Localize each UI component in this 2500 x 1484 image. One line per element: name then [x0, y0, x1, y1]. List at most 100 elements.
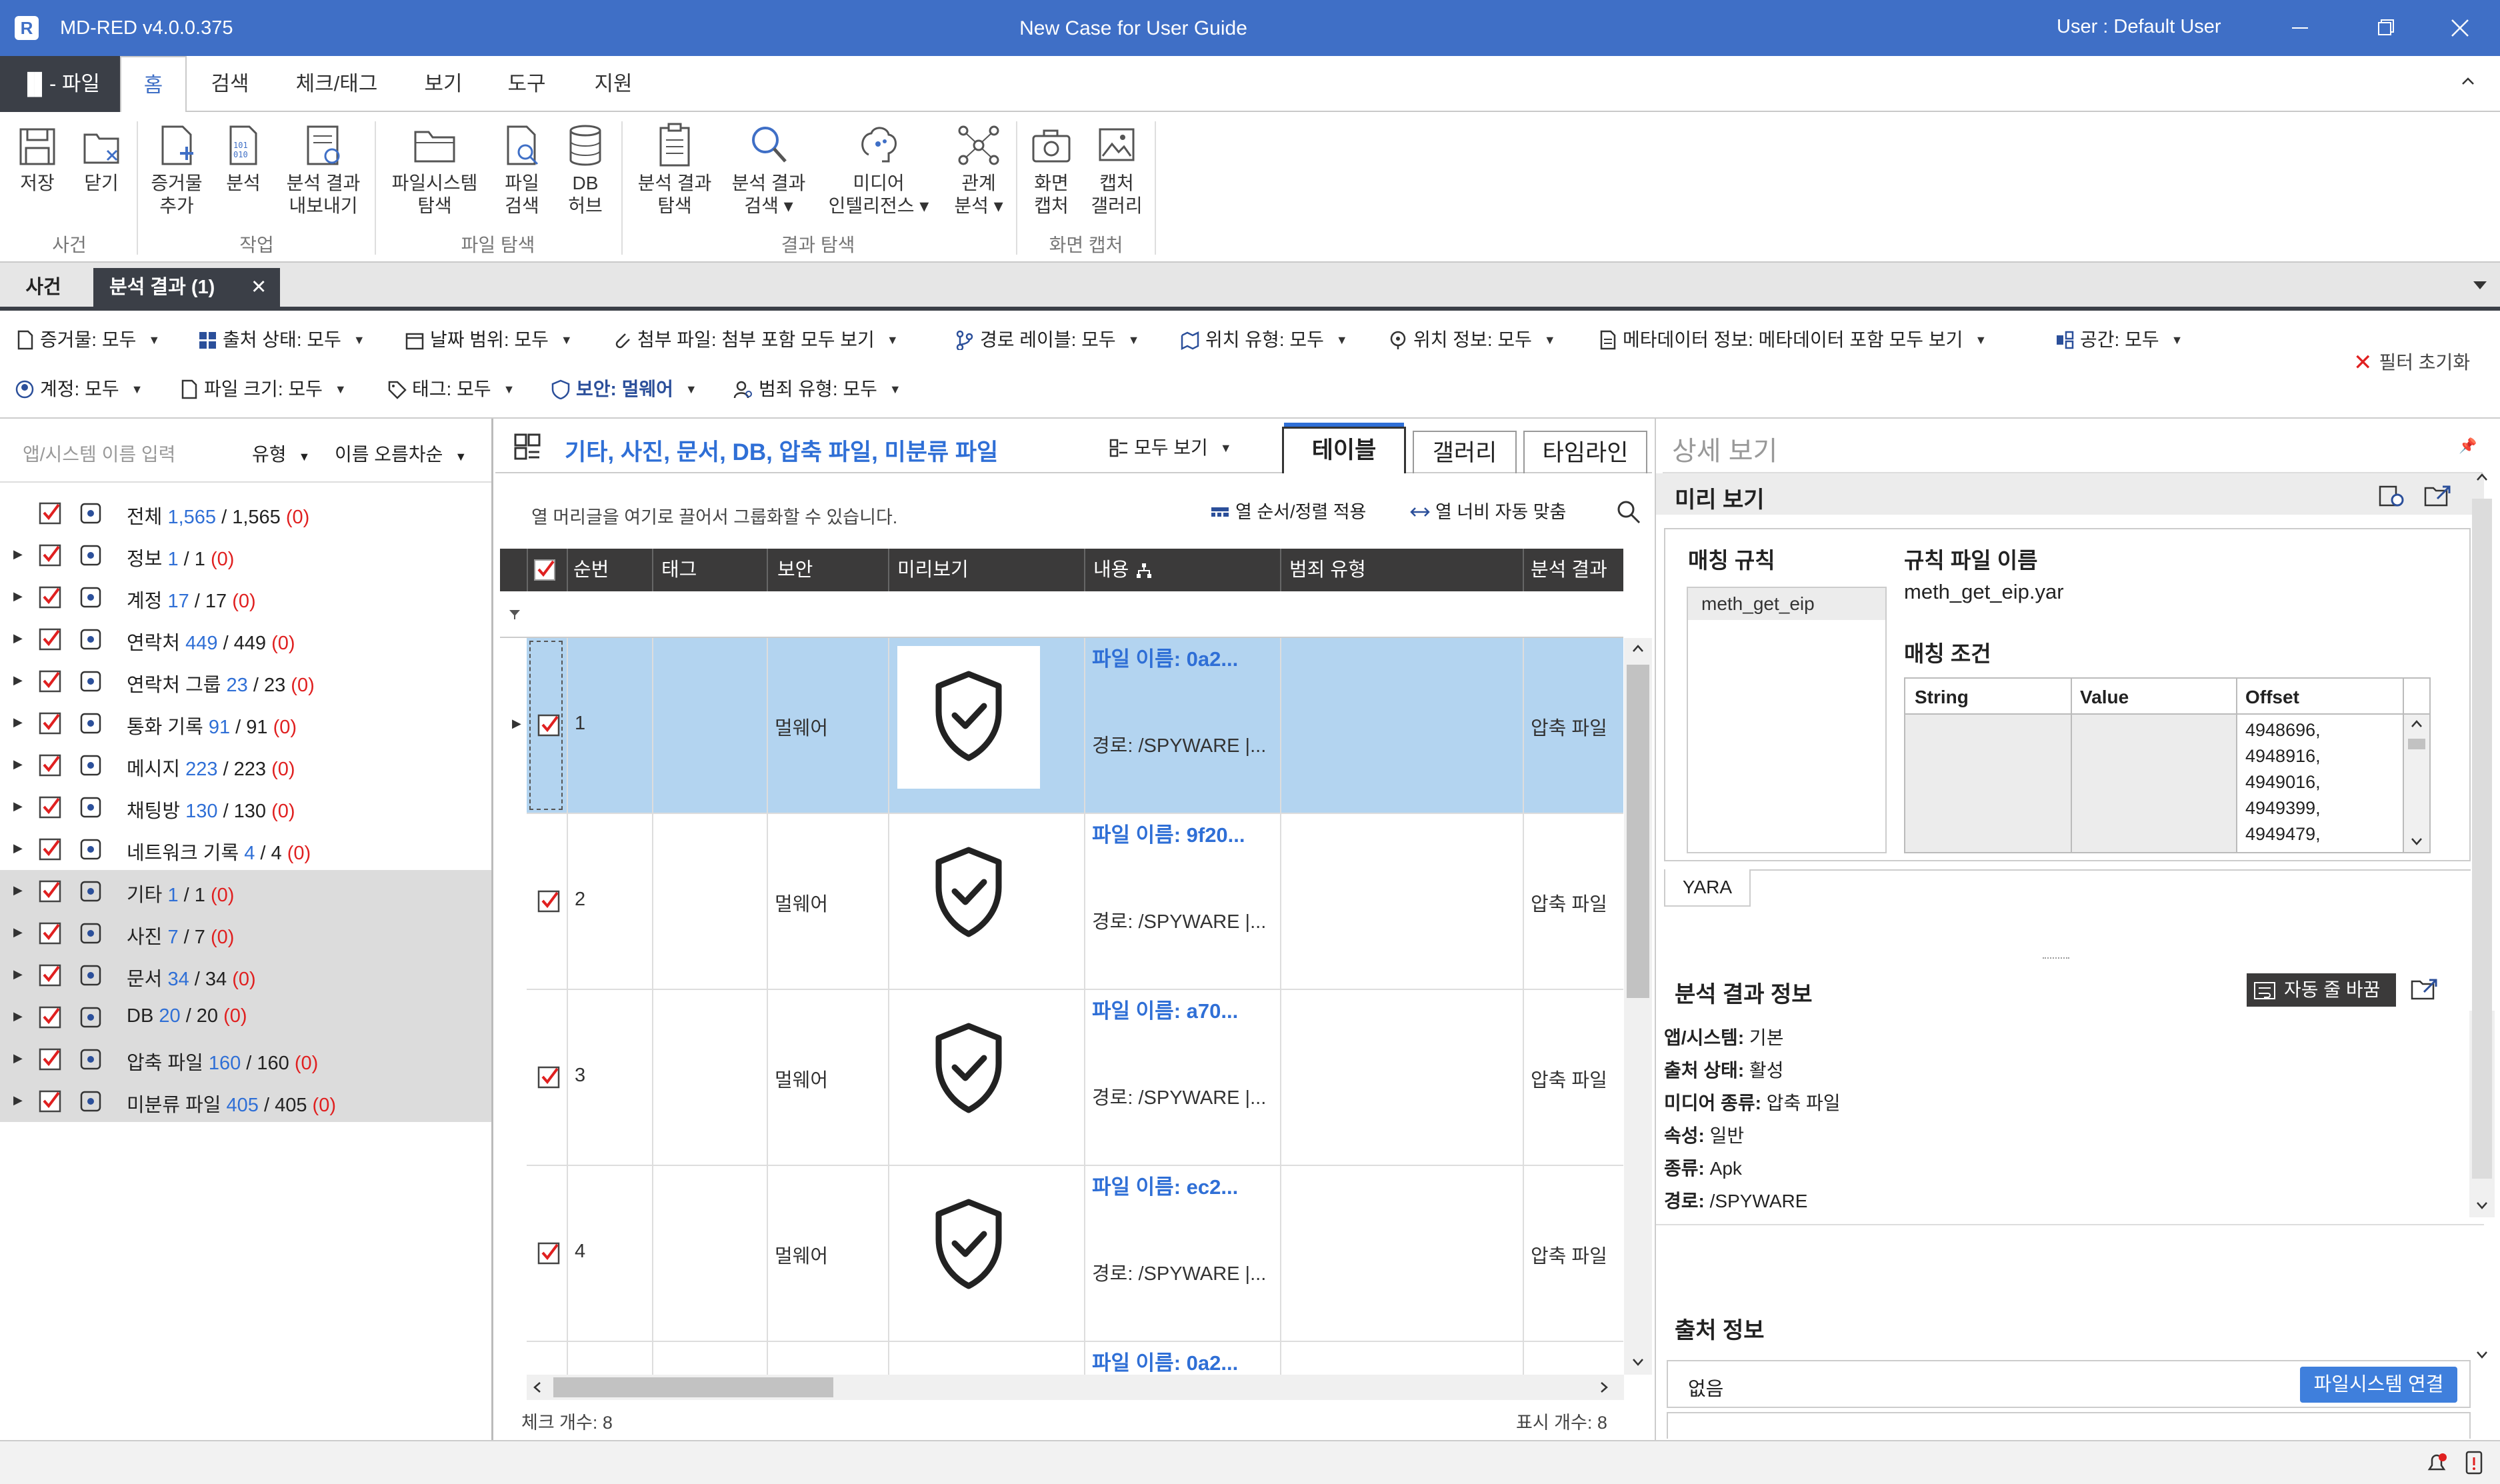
screen-capture-button[interactable]: 화면 캡처 — [1023, 121, 1080, 217]
word-wrap-button[interactable]: 자동 줄 바꿈 — [2247, 973, 2396, 1007]
filter-evidence[interactable]: 증거물: 모두 ▼ — [15, 327, 160, 353]
filter-location-info[interactable]: 위치 정보: 모두 ▼ — [1388, 327, 1556, 353]
filesystem-explore-button[interactable]: 파일시스템 탐색 — [381, 121, 488, 217]
cond-col-value[interactable]: Value — [2080, 687, 2129, 708]
tree-checkbox[interactable] — [39, 501, 64, 526]
row-file-name[interactable]: 파일 이름: 9f20... — [1092, 818, 1245, 848]
view-all-dropdown[interactable]: 모두 보기 ▼ — [1109, 435, 1232, 461]
table-row[interactable]: 4 멀웨어 파일 이름: ec2... 경로: /SPYWARE |... 압축 파일 — [527, 1166, 1623, 1342]
close-window-button[interactable] — [2440, 9, 2480, 47]
filter-location-type[interactable]: 위치 유형: 모두 ▼ — [1180, 327, 1348, 353]
db-hub-button[interactable]: DB 허브 — [559, 121, 612, 217]
tree-item[interactable]: ▶ 계정 17 / 17 (0) — [0, 576, 491, 618]
tab-tools[interactable]: 도구 — [497, 56, 557, 112]
filter-path-label[interactable]: 경로 레이블: 모두 ▼ — [955, 327, 1140, 353]
tree-checkbox[interactable] — [39, 543, 64, 568]
table-row[interactable]: 2 멀웨어 파일 이름: 9f20... 경로: /SPYWARE |... 압축 파일 — [527, 814, 1623, 990]
reset-filters-button[interactable]: ✕ 필터 초기화 — [2353, 349, 2470, 376]
detail-scrollbar[interactable] — [2469, 472, 2495, 1439]
apply-sort-button[interactable]: 열 순서/정렬 적용 — [1210, 499, 1366, 525]
file-menu[interactable]: ▐▌- 파일 — [0, 56, 120, 112]
col-preview[interactable]: 미리보기 — [897, 549, 969, 591]
filter-metadata[interactable]: 메타데이터 정보: 메타데이터 포함 모두 보기 ▼ — [1597, 327, 1987, 353]
shield-check-icon[interactable] — [897, 822, 1040, 965]
tree-checkbox[interactable] — [39, 585, 64, 610]
filter-attachments[interactable]: 첨부 파일: 첨부 포함 모두 보기 ▼ — [612, 327, 899, 353]
filter-account[interactable]: 계정: 모두 ▼ — [15, 376, 143, 403]
col-no[interactable]: 순번 — [573, 549, 609, 591]
filter-crime-type[interactable]: 범죄 유형: 모두 ▼ — [733, 376, 901, 403]
row-checkbox[interactable] — [537, 889, 563, 914]
explore-results-button[interactable]: 분석 결과 탐색 — [628, 121, 721, 217]
filter-date-range[interactable]: 날짜 범위: 모두 ▼ — [405, 327, 573, 353]
expand-arrow-icon[interactable]: ▶ — [13, 589, 23, 603]
h-scroll-thumb[interactable] — [553, 1377, 833, 1397]
tree-item[interactable]: ▶ 정보 1 / 1 (0) — [0, 534, 491, 576]
shield-check-icon[interactable] — [897, 998, 1040, 1141]
tab-gallery[interactable]: 갤러리 — [1413, 431, 1517, 473]
row-file-name[interactable]: 파일 이름: ec2... — [1092, 1170, 1238, 1200]
col-analysis-result[interactable]: 분석 결과 — [1531, 549, 1607, 591]
save-button[interactable]: 저장 — [9, 121, 65, 195]
row-checkbox[interactable] — [537, 713, 563, 738]
tab-view[interactable]: 보기 — [413, 56, 473, 112]
type-dropdown[interactable]: 유형 ▼ — [252, 440, 310, 467]
row-file-name[interactable]: 파일 이름: a70... — [1092, 994, 1238, 1024]
col-content[interactable]: 내용 — [1093, 549, 1153, 591]
device-status-icon[interactable] — [2461, 1449, 2487, 1476]
row-checkbox[interactable] — [537, 1241, 563, 1266]
filter-file-size[interactable]: 파일 크기: 모두 ▼ — [179, 376, 347, 403]
file-search-button[interactable]: 파일 검색 — [492, 121, 552, 217]
expand-arrow-icon[interactable]: ▶ — [13, 547, 23, 561]
col-crime-type[interactable]: 범죄 유형 — [1289, 549, 1366, 591]
media-intelligence-button[interactable]: 미디어 인텔리전스 ▾ — [819, 121, 939, 217]
open-external-icon[interactable] — [2423, 483, 2452, 508]
filesystem-link-button[interactable]: 파일시스템 연결 — [2300, 1367, 2457, 1403]
collapse-ribbon-icon[interactable] — [2460, 75, 2476, 88]
cond-col-offset[interactable]: Offset — [2245, 687, 2299, 708]
preview-settings-icon[interactable] — [2377, 483, 2405, 508]
tab-analysis-results[interactable]: 분석 결과 (1) ✕ — [93, 268, 280, 307]
search-results-button[interactable]: 분석 결과 검색 ▾ — [725, 121, 812, 217]
filter-tag[interactable]: 태그: 모두 ▼ — [387, 376, 515, 403]
relation-analysis-button[interactable]: 관계 분석 ▾ — [945, 121, 1012, 217]
row-file-name[interactable]: 파일 이름: 0a2... — [1092, 1346, 1238, 1375]
tab-support[interactable]: 지원 — [583, 56, 643, 112]
cond-col-string[interactable]: String — [1915, 687, 1969, 708]
filter-source-status[interactable]: 출처 상태: 모두 ▼ — [197, 327, 365, 353]
tab-yara[interactable]: YARA — [1664, 869, 1751, 907]
tree-item[interactable]: 전체 1,565 / 1,565 (0) — [0, 492, 491, 534]
app-search-input[interactable]: 앱/시스템 이름 입력 — [23, 440, 175, 467]
select-all-checkbox[interactable] — [533, 557, 559, 583]
minimize-button[interactable] — [2280, 9, 2320, 47]
notification-icon[interactable] — [2424, 1451, 2449, 1476]
tab-search[interactable]: 검색 — [200, 56, 260, 112]
shield-check-icon[interactable] — [897, 646, 1040, 789]
tab-check-tag[interactable]: 체크/태그 — [280, 56, 393, 112]
sort-dropdown[interactable]: 이름 오름차순 ▼ — [335, 440, 467, 467]
result-open-external-icon[interactable] — [2409, 976, 2439, 1003]
grid-horizontal-scrollbar[interactable] — [527, 1375, 1624, 1400]
offset-scrollbar[interactable] — [2404, 715, 2429, 852]
close-case-button[interactable]: 닫기 — [73, 121, 129, 195]
tab-timeline[interactable]: 타임라인 — [1523, 431, 1647, 473]
restore-button[interactable] — [2365, 9, 2405, 47]
col-tag[interactable]: 태그 — [661, 549, 697, 591]
table-row[interactable]: ▶ 1 멀웨어 파일 이름: 0a2... 경로: /SPYWARE |... 압축 파일 — [512, 638, 1623, 814]
tab-case[interactable]: 사건 — [7, 268, 80, 307]
grid-scroll-thumb[interactable] — [1627, 665, 1649, 998]
row-checkbox[interactable] — [537, 1065, 563, 1090]
tab-table[interactable]: 테이블 — [1282, 427, 1406, 473]
col-security[interactable]: 보안 — [777, 549, 813, 591]
shield-check-icon[interactable] — [897, 1174, 1040, 1317]
auto-width-button[interactable]: 열 너비 자동 맞춤 — [1410, 499, 1566, 525]
close-tab-icon[interactable]: ✕ — [251, 268, 267, 307]
grid-vertical-scrollbar[interactable] — [1624, 638, 1652, 1375]
tabs-dropdown-icon[interactable] — [2472, 280, 2488, 291]
grid-search-icon[interactable] — [1615, 499, 1642, 525]
filter-space[interactable]: 공간: 모두 ▼ — [2055, 327, 2183, 353]
tab-home[interactable]: 홈 — [120, 56, 187, 113]
filter-security[interactable]: 보안: 멀웨어 ▼ — [551, 376, 697, 403]
add-evidence-button[interactable]: 증거물 추가 — [143, 121, 210, 217]
capture-gallery-button[interactable]: 캡처 갤러리 — [1087, 121, 1147, 217]
